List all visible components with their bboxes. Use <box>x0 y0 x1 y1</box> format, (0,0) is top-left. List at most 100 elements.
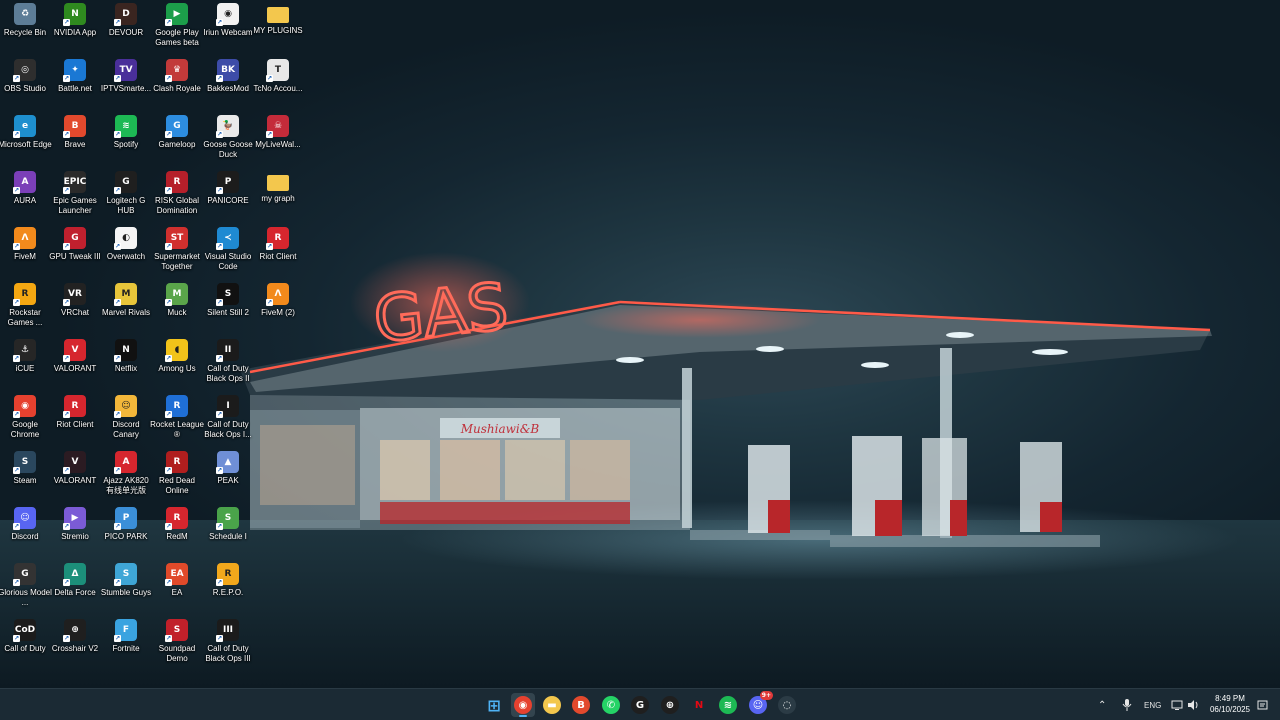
desktop-icon[interactable]: S ↗ Soundpad Demo <box>152 616 202 670</box>
desktop-icon[interactable]: e ↗ Microsoft Edge <box>0 112 52 166</box>
desktop-icon[interactable]: Λ ↗ FiveM (2) <box>253 280 303 334</box>
show-hidden-icons-button[interactable]: ⌃ <box>1098 689 1106 720</box>
desktop-icon[interactable]: F ↗ Fortnite <box>101 616 151 670</box>
desktop-icon[interactable]: N ↗ NVIDIA App <box>50 0 100 54</box>
desktop-icon[interactable]: V ↗ VALORANT <box>50 336 100 390</box>
desktop-icon[interactable]: A ↗ AURA <box>0 168 50 222</box>
taskbar-file-explorer[interactable]: ▬ <box>540 693 564 717</box>
taskbar-steam-like[interactable]: ◌ <box>775 693 799 717</box>
desktop-icon[interactable]: S ↗ Steam <box>0 448 50 502</box>
brave-icon: B <box>572 696 590 714</box>
desktop-icon[interactable]: ⊕ ↗ Crosshair V2 <box>50 616 100 670</box>
desktop-icon[interactable]: P ↗ PICO PARK <box>101 504 151 558</box>
desktop-icon[interactable]: my graph <box>253 168 303 222</box>
microphone-icon[interactable] <box>1122 689 1132 720</box>
volume-icon[interactable] <box>1187 689 1199 720</box>
desktop-icon[interactable]: ST ↗ Supermarket Together <box>152 224 202 278</box>
desktop-icon[interactable]: N ↗ Netflix <box>101 336 151 390</box>
desktop-icon-label: my graph <box>261 194 295 203</box>
clock-time: 8:49 PM <box>1215 694 1245 703</box>
fivem-icon: Λ ↗ <box>13 227 36 250</box>
desktop-icon[interactable]: G ↗ Gameloop <box>152 112 202 166</box>
desktop-icon-label: Fortnite <box>112 644 140 653</box>
desktop-icon[interactable]: R ↗ Red Dead Online <box>152 448 202 502</box>
desktop-icon[interactable]: Δ ↗ Delta Force <box>50 560 100 614</box>
desktop-icon[interactable]: S ↗ Silent Still 2 <box>203 280 253 334</box>
desktop-icon[interactable]: EPIC ↗ Epic Games Launcher <box>50 168 100 222</box>
desktop-icon[interactable]: R ↗ Riot Client <box>253 224 303 278</box>
desktop-icon[interactable]: T ↗ TcNo Accou... <box>253 56 303 110</box>
desktop-icon-label: BakkesMod <box>207 84 249 93</box>
desktop-icon[interactable]: CoD ↗ Call of Duty <box>0 616 50 670</box>
desktop-icon[interactable]: ☺ ↗ Discord <box>0 504 50 558</box>
network-icon[interactable] <box>1171 689 1183 720</box>
desktop-icon[interactable]: ◖ ↗ Among Us <box>152 336 202 390</box>
taskbar-netflix[interactable]: N <box>687 693 711 717</box>
desktop-icon[interactable]: ▲ ↗ PEAK <box>203 448 253 502</box>
desktop-icon[interactable]: Λ ↗ FiveM <box>0 224 50 278</box>
desktop-icon[interactable]: R ↗ RISK Global Domination <box>152 168 202 222</box>
desktop-icon[interactable]: ▶ ↗ Stremio <box>50 504 100 558</box>
desktop-icon[interactable]: R ↗ Rockstar Games ... <box>0 280 50 334</box>
desktop-icon[interactable]: II ↗ Call of Duty Black Ops II <box>203 336 253 390</box>
among-us-icon: ◖ ↗ <box>165 339 188 362</box>
shortcut-arrow-icon: ↗ <box>13 131 20 138</box>
desktop-icon[interactable]: R ↗ RedM <box>152 504 202 558</box>
taskbar-crosshair[interactable]: ⊕ <box>658 693 682 717</box>
desktop-icon[interactable]: ✦ ↗ Battle.net <box>50 56 100 110</box>
desktop-icon[interactable]: S ↗ Schedule I <box>203 504 253 558</box>
fortnite-icon: F ↗ <box>114 619 137 642</box>
desktop-icon[interactable]: V ↗ VALORANT <box>50 448 100 502</box>
desktop-icon[interactable]: ☺ ↗ Discord Canary <box>101 392 151 446</box>
desktop-icon[interactable]: ▶ ↗ Google Play Games beta <box>152 0 202 54</box>
desktop-icon[interactable]: G ↗ GPU Tweak III <box>49 224 101 278</box>
desktop-icon[interactable]: III ↗ Call of Duty Black Ops III <box>203 616 253 670</box>
desktop-icon[interactable]: ◎ ↗ OBS Studio <box>0 56 50 110</box>
notifications-icon[interactable] <box>1257 689 1268 720</box>
taskbar-chrome[interactable]: ◉ <box>511 693 535 717</box>
desktop-icon[interactable]: P ↗ PANICORE <box>203 168 253 222</box>
desktop-icon[interactable]: ☠ ↗ MyLiveWal... <box>253 112 303 166</box>
desktop-icon[interactable]: ≋ ↗ Spotify <box>101 112 151 166</box>
desktop-icon[interactable]: ◉ ↗ Iriun Webcam <box>203 0 253 54</box>
language-indicator[interactable]: ENG <box>1144 689 1161 720</box>
desktop-icon[interactable]: BK ↗ BakkesMod <box>203 56 253 110</box>
desktop-icon[interactable]: VR ↗ VRChat <box>50 280 100 334</box>
desktop-icon[interactable]: G ↗ Glorious Model ... <box>0 560 52 614</box>
desktop-icon[interactable]: R ↗ R.E.P.O. <box>203 560 253 614</box>
taskbar-whatsapp[interactable]: ✆ <box>599 693 623 717</box>
desktop-icon[interactable]: EA ↗ EA <box>152 560 202 614</box>
taskbar-logitech-ghub[interactable]: G <box>628 693 652 717</box>
desktop-icon[interactable]: ♻ Recycle Bin <box>0 0 50 54</box>
shortcut-arrow-icon: ↗ <box>114 19 121 26</box>
desktop-icon-label: VRChat <box>60 308 89 317</box>
desktop-icon[interactable]: R ↗ Riot Client <box>50 392 100 446</box>
desktop-icon[interactable]: ◐ ↗ Overwatch <box>101 224 151 278</box>
desktop-icon[interactable]: D ↗ DEVOUR <box>101 0 151 54</box>
taskbar-brave[interactable]: B <box>569 693 593 717</box>
overwatch-icon: ◐ ↗ <box>114 227 137 250</box>
desktop-icon[interactable]: ≺ ↗ Visual Studio Code <box>203 224 253 278</box>
desktop-icon[interactable]: B ↗ Brave <box>50 112 100 166</box>
desktop-icon-label: RISK Global Domination <box>154 196 200 215</box>
desktop-icon[interactable]: I ↗ Call of Duty Black Ops I... <box>203 392 253 446</box>
clock[interactable]: 8:49 PM 06/10/2025 <box>1204 693 1256 715</box>
desktop-icon[interactable]: A ↗ Ajazz AK820 有线单光版 <box>101 448 151 502</box>
desktop-icon[interactable]: R ↗ Rocket League ® <box>150 392 204 446</box>
desktop-icon[interactable]: ♛ ↗ Clash Royale <box>152 56 202 110</box>
desktop-icon[interactable]: G ↗ Logitech G HUB <box>101 168 151 222</box>
shortcut-arrow-icon: ↗ <box>114 579 121 586</box>
desktop-icon[interactable]: MY PLUGINS <box>253 0 303 54</box>
desktop-icon[interactable]: TV ↗ IPTVSmarte... <box>101 56 151 110</box>
desktop-icon[interactable]: ◉ ↗ Google Chrome <box>0 392 50 446</box>
taskbar-discord[interactable]: ☺ 9+ <box>746 691 773 717</box>
desktop-icon[interactable]: M ↗ Marvel Rivals <box>101 280 151 334</box>
taskbar-spotify[interactable]: ≋ <box>716 693 740 717</box>
desktop-icon[interactable]: ⚓ ↗ iCUE <box>0 336 50 390</box>
desktop-icon-label: Silent Still 2 <box>207 308 249 317</box>
desktop-icon[interactable]: S ↗ Stumble Guys <box>101 560 151 614</box>
desktop-icon[interactable]: 🦆 ↗ Goose Goose Duck <box>203 112 253 166</box>
start-button[interactable]: ⊞ <box>482 693 506 717</box>
desktop-icon[interactable]: M ↗ Muck <box>152 280 202 334</box>
desktop-icon-label: Call of Duty Black Ops I... <box>204 420 252 439</box>
